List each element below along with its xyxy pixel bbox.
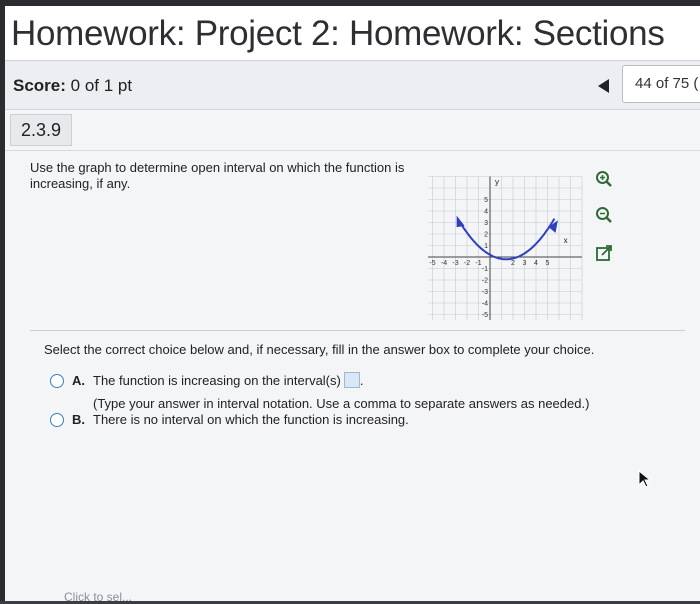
function-graph: -5 -4 -3 -2 -1 2 3 4 554321-1-2-3-4-5 x y bbox=[428, 176, 583, 320]
zoom-out-button[interactable] bbox=[593, 204, 615, 226]
score-bar: Score: 0 of 1 pt 44 of 75 ( bbox=[5, 61, 700, 110]
screen: Homework: Project 2: Homework: Sections … bbox=[0, 0, 700, 604]
answer-format-hint: (Type your answer in interval notation. … bbox=[93, 396, 590, 411]
previous-question-button[interactable] bbox=[593, 75, 615, 97]
score-value: 0 of 1 pt bbox=[70, 76, 133, 95]
title-bar: Homework: Project 2: Homework: Sections bbox=[5, 6, 700, 61]
interval-answer-box[interactable] bbox=[343, 372, 360, 388]
y-tick-label: 4 bbox=[484, 209, 488, 216]
question-text: Use the graph to determine open interval… bbox=[30, 160, 405, 191]
choice-a-letter: A. bbox=[72, 373, 85, 388]
score-label: Score: bbox=[13, 76, 66, 95]
x-tick-label: 2 bbox=[511, 260, 515, 267]
triangle-left-icon bbox=[598, 79, 609, 93]
choice-a[interactable]: A. The function is increasing on the inte… bbox=[50, 372, 363, 388]
choice-a-period: . bbox=[359, 373, 364, 388]
x-tick-label: 4 bbox=[534, 260, 538, 267]
question-number: 2.3.9 bbox=[10, 114, 73, 146]
y-tick-label: -4 bbox=[482, 301, 488, 308]
x-tick-label: 5 bbox=[546, 260, 550, 267]
external-link-icon bbox=[596, 245, 612, 261]
curve-arrow-left bbox=[456, 215, 465, 228]
question-counter[interactable]: 44 of 75 ( bbox=[622, 65, 700, 103]
score: Score: 0 of 1 pt bbox=[13, 76, 132, 96]
graph-grid bbox=[428, 176, 583, 320]
mouse-cursor-icon bbox=[638, 470, 652, 488]
y-tick-label: 3 bbox=[484, 220, 488, 227]
magnify-plus-icon bbox=[596, 171, 612, 187]
page-title: Homework: Project 2: Homework: Sections bbox=[11, 14, 665, 53]
choice-a-text: The function is increasing on the interv… bbox=[93, 373, 341, 388]
footer-partial-text: Click to sel... bbox=[64, 590, 133, 604]
x-tick-label: -5 bbox=[429, 260, 435, 267]
question-number-bar: 2.3.9 bbox=[5, 110, 700, 151]
x-tick-label: -4 bbox=[441, 260, 447, 267]
choice-b[interactable]: B. There is no interval on which the func… bbox=[50, 412, 409, 427]
choice-a-radio[interactable] bbox=[50, 374, 64, 388]
graph-tick-labels: -5 -4 -3 -2 -1 2 3 4 554321-1-2-3-4-5 bbox=[429, 197, 549, 319]
section-divider bbox=[30, 330, 685, 331]
x-tick-label: 3 bbox=[523, 260, 527, 267]
choice-b-letter: B. bbox=[72, 412, 85, 427]
y-tick-label: 1 bbox=[484, 243, 488, 250]
y-axis-label: y bbox=[495, 178, 499, 187]
choice-b-text: There is no interval on which the functi… bbox=[93, 412, 409, 427]
x-tick-label: -2 bbox=[464, 260, 470, 267]
x-axis-label: x bbox=[564, 236, 568, 245]
function-curve bbox=[459, 218, 556, 261]
open-graph-button[interactable] bbox=[593, 242, 615, 264]
magnify-minus-icon bbox=[596, 207, 612, 223]
instruction-text: Select the correct choice below and, if … bbox=[44, 342, 595, 357]
x-tick-label: -3 bbox=[452, 260, 458, 267]
x-tick-label: -1 bbox=[475, 260, 481, 267]
y-tick-label: 2 bbox=[484, 232, 488, 239]
y-tick-label: -1 bbox=[482, 266, 488, 273]
choice-b-radio[interactable] bbox=[50, 413, 64, 427]
y-tick-label: 5 bbox=[484, 197, 488, 204]
y-tick-label: -3 bbox=[482, 289, 488, 296]
zoom-in-button[interactable] bbox=[593, 168, 615, 190]
y-tick-label: -5 bbox=[482, 312, 488, 319]
y-tick-label: -2 bbox=[482, 278, 488, 285]
